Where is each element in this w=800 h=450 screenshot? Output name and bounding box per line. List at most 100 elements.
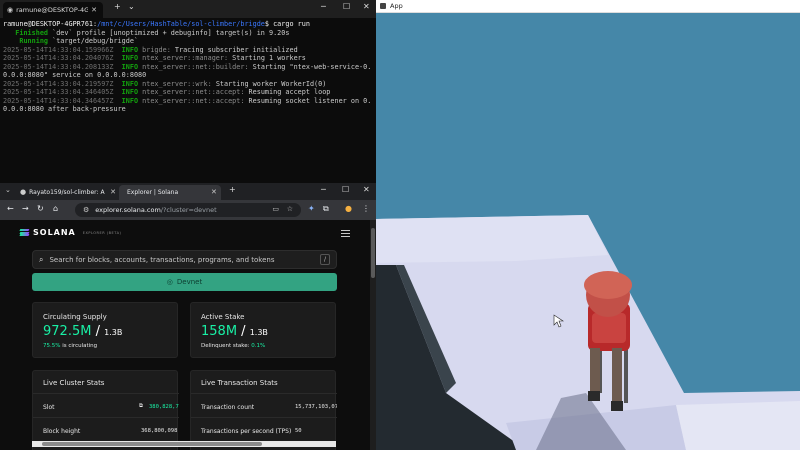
prompt-command: $ cargo run — [264, 20, 310, 28]
card-title: Active Stake — [201, 313, 245, 321]
tab-dropdown-icon[interactable]: ⌄ — [128, 3, 135, 11]
close-tab-icon[interactable]: ✕ — [91, 6, 97, 14]
stake-slash: / — [237, 324, 250, 339]
horizontal-scrollbar[interactable] — [32, 441, 336, 447]
terminal-line: Running `target/debug/brigde` — [3, 37, 375, 46]
log-module: ntex_server::net::accept: — [138, 96, 245, 105]
search-shortcut-key: / — [320, 254, 330, 265]
cluster-icon: ◎ — [166, 278, 173, 286]
minimize-icon[interactable]: ─ — [321, 186, 326, 194]
supply-value: 972.5M / 1.3B — [43, 324, 122, 339]
terminal-line-prompt: ramune@DESKTOP-4GPR761:/mnt/c/Users/Hash… — [3, 20, 375, 29]
browser-tab-bar: ⌄ ● Rayato159/sol-climber: A brut ✕ Expl… — [0, 183, 376, 200]
tx-count-label: Transaction count — [201, 404, 255, 411]
log-timestamp: 2025-05-14T14:33:04.346405Z — [3, 88, 114, 96]
log-message: Resuming accept loop — [244, 88, 331, 96]
supply-pct-text: is circulating — [60, 343, 98, 349]
log-level: INFO — [113, 79, 139, 88]
close-tab-icon[interactable]: ✕ — [110, 189, 116, 196]
log-level: INFO — [113, 45, 139, 54]
search-icon: ⌕ — [39, 254, 44, 264]
extensions-puzzle-icon[interactable]: ⧉ — [323, 205, 329, 213]
terminal-window[interactable]: ◉ ramune@DESKTOP-4GPR761: ~ ✕ + ⌄ ─ ☐ ✕ … — [0, 0, 376, 183]
close-tab-icon[interactable]: ✕ — [211, 189, 217, 196]
github-icon: ● — [20, 188, 27, 196]
tab-search-icon[interactable]: ⌄ — [5, 187, 11, 194]
new-tab-button[interactable]: + — [114, 3, 121, 11]
reload-icon[interactable]: ↻ — [37, 205, 44, 213]
player-leg — [590, 348, 600, 393]
terminal-output[interactable]: ramune@DESKTOP-4GPR761:/mnt/c/Users/Hash… — [3, 20, 375, 180]
address-bar[interactable]: ⚙ explorer.solana.com/?cluster=devnet ▭ … — [75, 203, 301, 217]
scroll-thumb[interactable] — [371, 228, 375, 278]
home-icon[interactable]: ⌂ — [53, 205, 58, 213]
slot-value[interactable]: 380,828,74 — [149, 404, 179, 410]
prompt-user: ramune@DESKTOP-4GPR761 — [3, 20, 94, 28]
log-module: brigde: — [138, 45, 171, 54]
maximize-icon[interactable]: ☐ — [343, 3, 350, 11]
cast-icon[interactable]: ▭ — [272, 206, 279, 213]
app-icon — [380, 3, 386, 9]
log-timestamp: 2025-05-14T14:33:04.204076Z — [3, 54, 114, 62]
cluster-button[interactable]: ◎ Devnet — [32, 273, 337, 291]
log-module: ntex_server::wrk: — [138, 79, 212, 88]
cargo-text: `dev` profile [unoptimized + debuginfo] … — [48, 28, 290, 37]
log-line: 2025-05-14T14:33:04.346457Z INFO ntex_se… — [3, 97, 375, 114]
tab-explorer[interactable]: Explorer | Solana ✕ — [119, 185, 221, 200]
game-window[interactable]: App — [376, 0, 800, 450]
log-line: 2025-05-14T14:33:04.208133Z INFO ntex_se… — [3, 63, 375, 80]
terminal-tab-title: ramune@DESKTOP-4GPR761: ~ — [16, 6, 89, 14]
terminal-tab-bar: ◉ ramune@DESKTOP-4GPR761: ~ ✕ + ⌄ ─ ☐ ✕ — [0, 0, 376, 18]
search-input[interactable]: ⌕ Search for blocks, accounts, transacti… — [32, 250, 337, 269]
block-height-value: 368,800,098 — [141, 428, 178, 434]
divider — [33, 417, 179, 418]
log-module: ntex_server::net::builder: — [138, 62, 249, 71]
terminal-tab[interactable]: ◉ ramune@DESKTOP-4GPR761: ~ ✕ — [3, 2, 103, 18]
log-module: ntex_server::manager: — [138, 54, 229, 62]
live-transaction-stats-card: Live Transaction Stats Transaction count… — [190, 370, 337, 450]
tps-value: 50 — [295, 428, 302, 434]
more-menu-icon[interactable]: ⋮ — [362, 205, 370, 213]
new-tab-button[interactable]: + — [229, 186, 236, 194]
hamburger-menu-icon[interactable] — [341, 230, 350, 237]
log-message: Starting worker WorkerId(0) — [211, 79, 327, 88]
profile-avatar[interactable]: ● — [345, 205, 352, 213]
explorer-page: SOLANA EXPLORER (BETA) ⌕ Search for bloc… — [0, 220, 370, 450]
log-message: Tracing subscriber initialized — [170, 45, 298, 54]
card-title: Circulating Supply — [43, 313, 107, 321]
tab-explorer-label: Explorer | Solana — [127, 189, 179, 196]
game-viewport[interactable] — [376, 13, 800, 450]
forward-icon[interactable]: → — [22, 205, 29, 213]
close-window-icon[interactable]: ✕ — [363, 3, 370, 11]
delinquent-stake: Delinquent stake: 0.1% — [201, 343, 265, 349]
app-title: App — [390, 2, 403, 10]
solana-mark-icon — [19, 229, 30, 236]
prompt-path: /mnt/c/Users/HashTable/sol-climber/brigd… — [97, 20, 265, 28]
close-window-icon[interactable]: ✕ — [363, 186, 370, 194]
circulating-supply-card: Circulating Supply 972.5M / 1.3B 75.5% i… — [32, 302, 178, 358]
delinquent-label: Delinquent stake: — [201, 343, 252, 349]
bookmark-star-icon[interactable]: ☆ — [287, 206, 293, 213]
maximize-icon[interactable]: ☐ — [342, 186, 349, 194]
tx-count-value: 15,737,103,07 — [295, 404, 337, 410]
beanie — [584, 271, 632, 299]
stake-value: 158M / 1.3B — [201, 324, 268, 339]
site-info-icon[interactable]: ⚙ — [83, 206, 89, 214]
solana-logo[interactable]: SOLANA EXPLORER (BETA) — [19, 228, 121, 237]
browser-toolbar: ← → ↻ ⌂ ⚙ explorer.solana.com/?cluster=d… — [0, 200, 376, 220]
tps-label: Transactions per second (TPS) — [201, 428, 292, 435]
live-cluster-stats-card: Live Cluster Stats Slot ⧉ 380,828,74 Blo… — [32, 370, 179, 450]
minimize-icon[interactable]: ─ — [321, 3, 326, 11]
divider — [33, 393, 179, 394]
copy-icon[interactable]: ⧉ — [139, 403, 143, 410]
extension-icon[interactable]: ✦ — [308, 205, 315, 213]
card-title: Live Transaction Stats — [201, 379, 278, 387]
tab-github[interactable]: ● Rayato159/sol-climber: A brut ✕ — [16, 185, 116, 200]
cargo-status: Finished — [3, 28, 49, 37]
delinquent-value: 0.1% — [251, 343, 266, 349]
back-icon[interactable]: ← — [7, 205, 14, 213]
stake-amount: 158M — [201, 324, 238, 339]
url-host: explorer.solana.com — [95, 206, 161, 214]
backpack-front — [592, 313, 626, 343]
hscroll-thumb[interactable] — [42, 442, 262, 446]
